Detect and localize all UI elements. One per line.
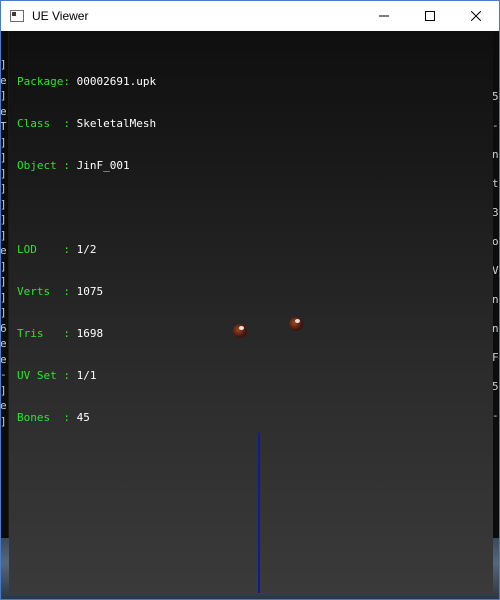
package-label: Package: bbox=[17, 75, 77, 88]
uvset-label: UV Set : bbox=[17, 369, 77, 382]
mesh-eye-right bbox=[289, 317, 303, 331]
lod-row: LOD : 1/2 bbox=[17, 243, 156, 257]
maximize-icon bbox=[425, 11, 435, 21]
lod-value: 1/2 bbox=[76, 243, 97, 256]
package-row: Package: 00002691.upk bbox=[17, 75, 156, 89]
object-label: Object : bbox=[17, 159, 77, 172]
3d-viewport[interactable]: Package: 00002691.upk Class : SkeletalMe… bbox=[9, 31, 493, 593]
object-value: JinF_001 bbox=[76, 159, 130, 172]
maximize-button[interactable] bbox=[407, 1, 453, 31]
verts-row: Verts : 1075 bbox=[17, 285, 156, 299]
z-axis-line bbox=[258, 433, 260, 593]
window-controls bbox=[361, 1, 499, 31]
minimize-icon bbox=[379, 15, 389, 17]
window-title: UE Viewer bbox=[32, 9, 89, 23]
class-row: Class : SkeletalMesh bbox=[17, 117, 156, 131]
package-value: 00002691.upk bbox=[76, 75, 157, 88]
bones-row: Bones : 45 bbox=[17, 411, 156, 425]
app-window-icon bbox=[10, 10, 24, 22]
tris-row: Tris : 1698 bbox=[17, 327, 156, 341]
mesh-eye-left bbox=[233, 324, 247, 338]
class-label: Class : bbox=[17, 117, 77, 130]
verts-value: 1075 bbox=[76, 285, 104, 298]
minimize-button[interactable] bbox=[361, 1, 407, 31]
tris-label: Tris : bbox=[17, 327, 77, 340]
bones-label: Bones : bbox=[17, 411, 77, 424]
class-value: SkeletalMesh bbox=[76, 117, 157, 130]
uvset-value: 1/1 bbox=[76, 369, 97, 382]
close-icon bbox=[471, 11, 481, 21]
title-bar[interactable]: UE Viewer bbox=[1, 1, 499, 31]
lod-label: LOD : bbox=[17, 243, 77, 256]
object-row: Object : JinF_001 bbox=[17, 159, 156, 173]
bones-value: 45 bbox=[76, 411, 90, 424]
mesh-info-overlay: Package: 00002691.upk Class : SkeletalMe… bbox=[17, 47, 156, 453]
close-button[interactable] bbox=[453, 1, 499, 31]
verts-label: Verts : bbox=[17, 285, 77, 298]
uvset-row: UV Set : 1/1 bbox=[17, 369, 156, 383]
ue-viewer-window: UE Viewer Package: 00002691.upk Class: … bbox=[0, 0, 500, 600]
tris-value: 1698 bbox=[76, 327, 104, 340]
